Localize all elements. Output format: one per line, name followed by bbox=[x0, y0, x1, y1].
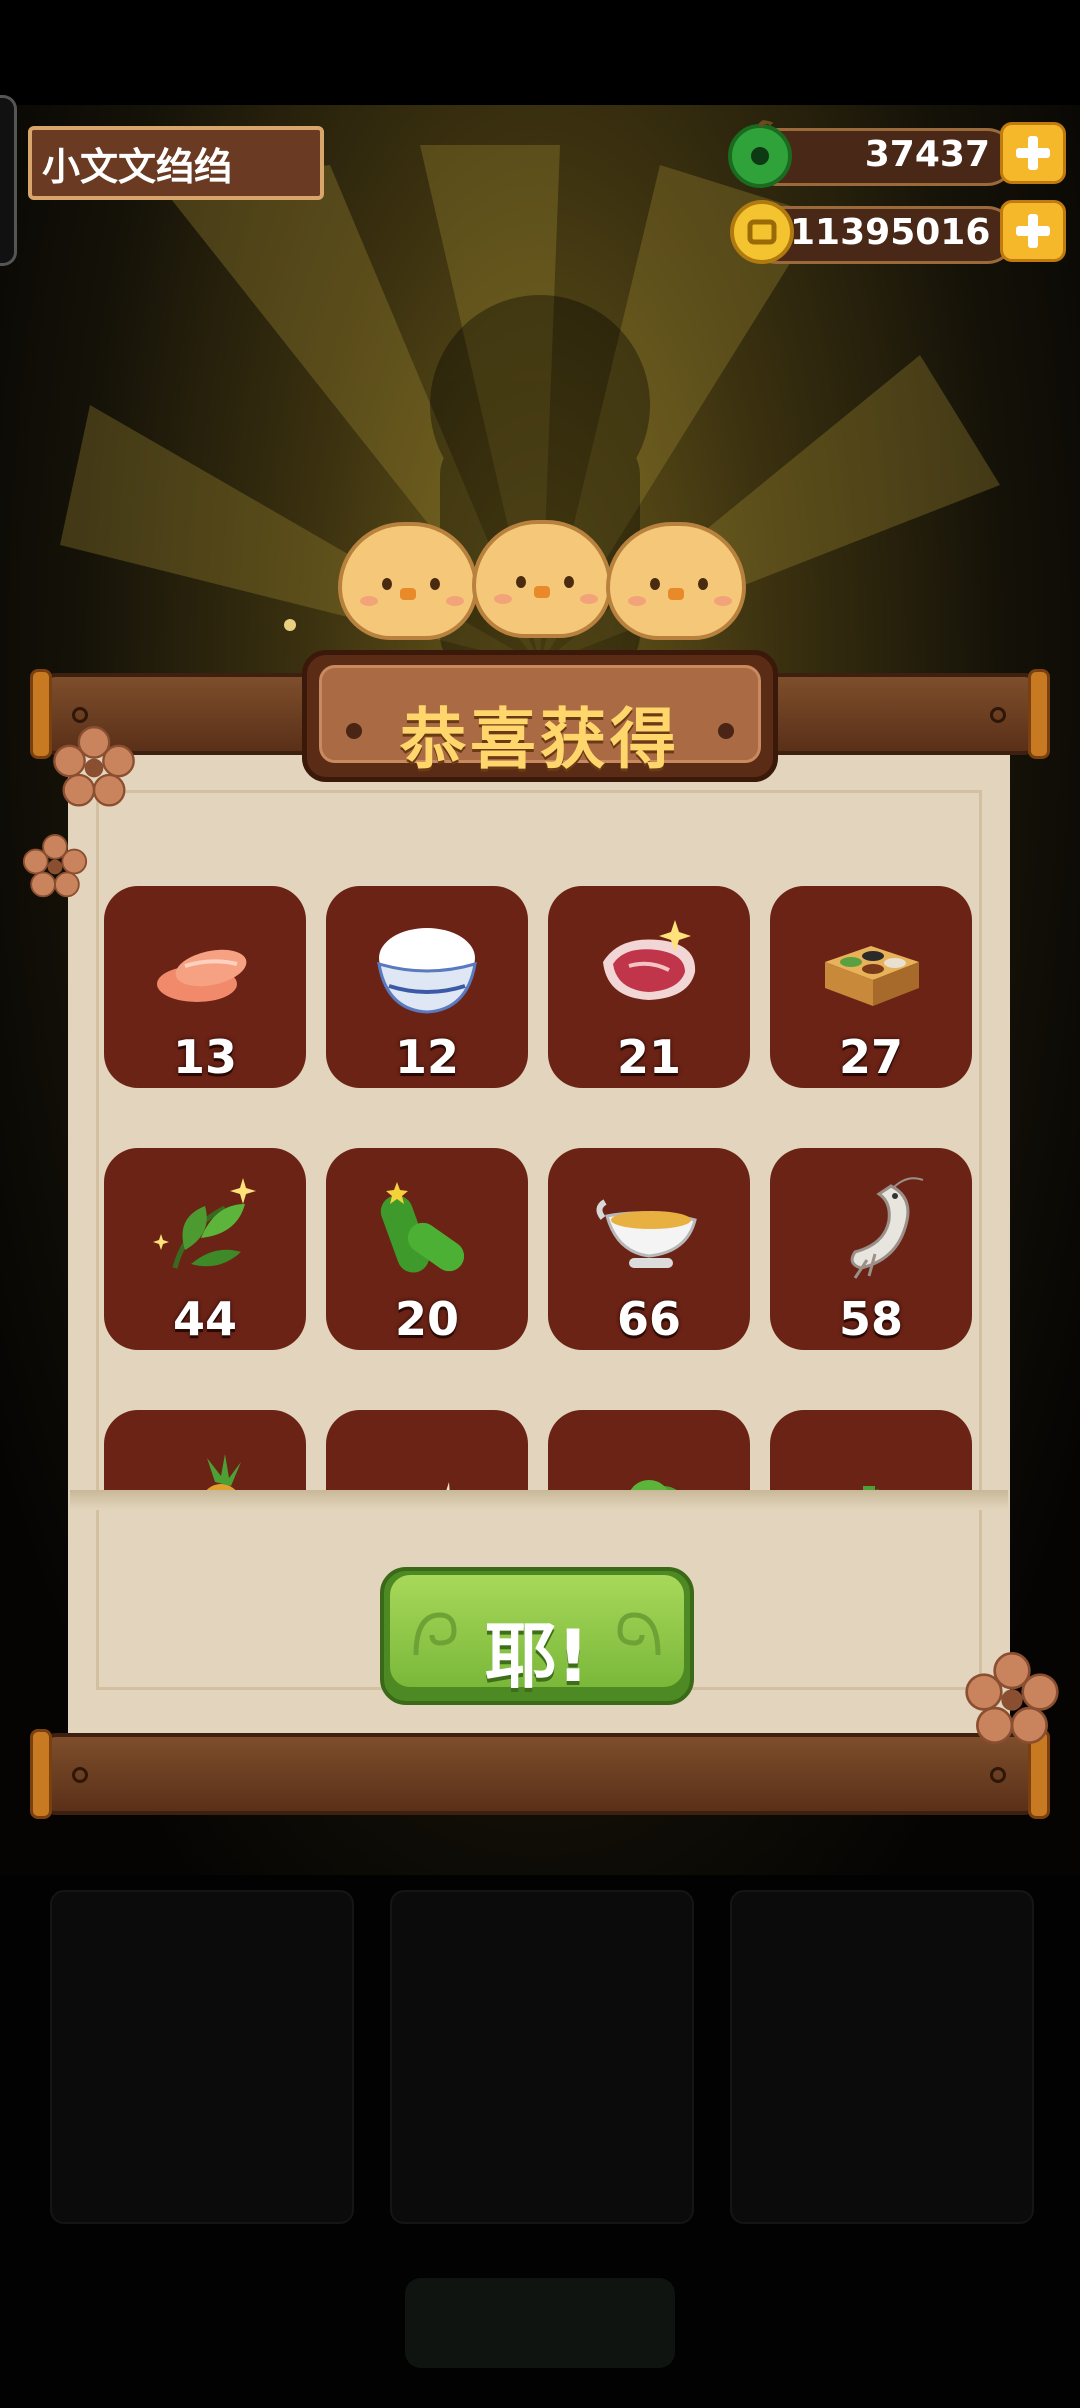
background-button bbox=[405, 2278, 675, 2368]
chick-mascot bbox=[338, 522, 478, 640]
chick-mascot bbox=[606, 522, 746, 640]
reward-item[interactable]: 58 bbox=[770, 1148, 972, 1350]
reward-item[interactable]: 20 bbox=[326, 1148, 528, 1350]
reward-item[interactable]: 44 bbox=[104, 1148, 306, 1350]
reward-item[interactable]: 27 bbox=[770, 886, 972, 1088]
rod-nail bbox=[72, 707, 88, 723]
scroll-bottom-rod bbox=[42, 1733, 1038, 1815]
background-card bbox=[390, 1890, 694, 2224]
rod-end bbox=[30, 1729, 52, 1819]
chick-mascot bbox=[472, 520, 612, 638]
bamboo-shoot-icon bbox=[424, 1482, 450, 1492]
item-count: 13 bbox=[172, 1030, 237, 1084]
reward-title: 恭喜获得 bbox=[400, 701, 680, 778]
coin-amount: 11395016 bbox=[790, 212, 991, 253]
status-bar-area bbox=[0, 0, 1080, 105]
reward-item[interactable]: 21 bbox=[548, 886, 750, 1088]
confirm-button[interactable]: 耶! bbox=[380, 1567, 694, 1705]
background-card bbox=[50, 1890, 354, 2224]
cucumber-icon bbox=[380, 1182, 465, 1273]
confirm-button-label: 耶! bbox=[484, 1614, 590, 1698]
reward-item[interactable]: 13 bbox=[104, 886, 306, 1088]
rod-end bbox=[1028, 669, 1050, 759]
pineapple-icon bbox=[204, 1454, 241, 1492]
green-jade-icon bbox=[728, 120, 792, 188]
reward-item[interactable] bbox=[770, 1410, 972, 1492]
list-fade bbox=[70, 1490, 1008, 1510]
rod-nail bbox=[990, 1767, 1006, 1783]
item-count: 66 bbox=[616, 1292, 681, 1346]
rod-nail bbox=[990, 707, 1006, 723]
spice-box-icon bbox=[825, 946, 919, 1006]
meat-icon bbox=[603, 920, 696, 1000]
reward-item[interactable]: 66 bbox=[548, 1148, 750, 1350]
reward-item[interactable]: 12 bbox=[326, 886, 528, 1088]
background-card bbox=[730, 1890, 1034, 2224]
rod-end bbox=[30, 669, 52, 759]
reward-item[interactable] bbox=[104, 1410, 306, 1492]
sauce-boat-icon bbox=[596, 1199, 697, 1268]
side-tab[interactable] bbox=[0, 95, 17, 266]
add-jade-button[interactable] bbox=[1000, 122, 1066, 184]
celery-icon bbox=[860, 1486, 883, 1492]
reward-item[interactable] bbox=[548, 1410, 750, 1492]
flower-decoration-icon bbox=[22, 834, 88, 898]
add-coins-button[interactable] bbox=[1000, 200, 1066, 262]
item-count: 44 bbox=[172, 1292, 237, 1346]
reward-items-list[interactable]: 13 12 21 27 44 20 66 58 bbox=[100, 880, 980, 1492]
salmon-icon bbox=[157, 949, 247, 1002]
item-count: 12 bbox=[394, 1030, 459, 1084]
reward-title-plate: 恭喜获得 bbox=[302, 650, 778, 782]
reward-item[interactable] bbox=[326, 1410, 528, 1492]
item-count: 20 bbox=[394, 1292, 459, 1346]
tea-leaf-icon bbox=[153, 1178, 256, 1269]
cabbage-icon bbox=[629, 1480, 680, 1492]
rod-nail bbox=[72, 1767, 88, 1783]
flower-decoration-icon bbox=[53, 726, 135, 807]
item-count: 21 bbox=[616, 1030, 681, 1084]
player-name-box[interactable]: 小文文绉绉 bbox=[28, 126, 324, 200]
item-count: 27 bbox=[838, 1030, 903, 1084]
item-count: 58 bbox=[838, 1292, 903, 1346]
jade-amount: 37437 bbox=[864, 134, 990, 175]
player-name: 小文文绉绉 bbox=[42, 144, 233, 189]
flower-decoration-icon bbox=[965, 1652, 1059, 1744]
shrimp-icon bbox=[850, 1177, 924, 1279]
gold-coin-icon bbox=[730, 200, 794, 264]
rice-bowl-icon bbox=[377, 928, 477, 1014]
